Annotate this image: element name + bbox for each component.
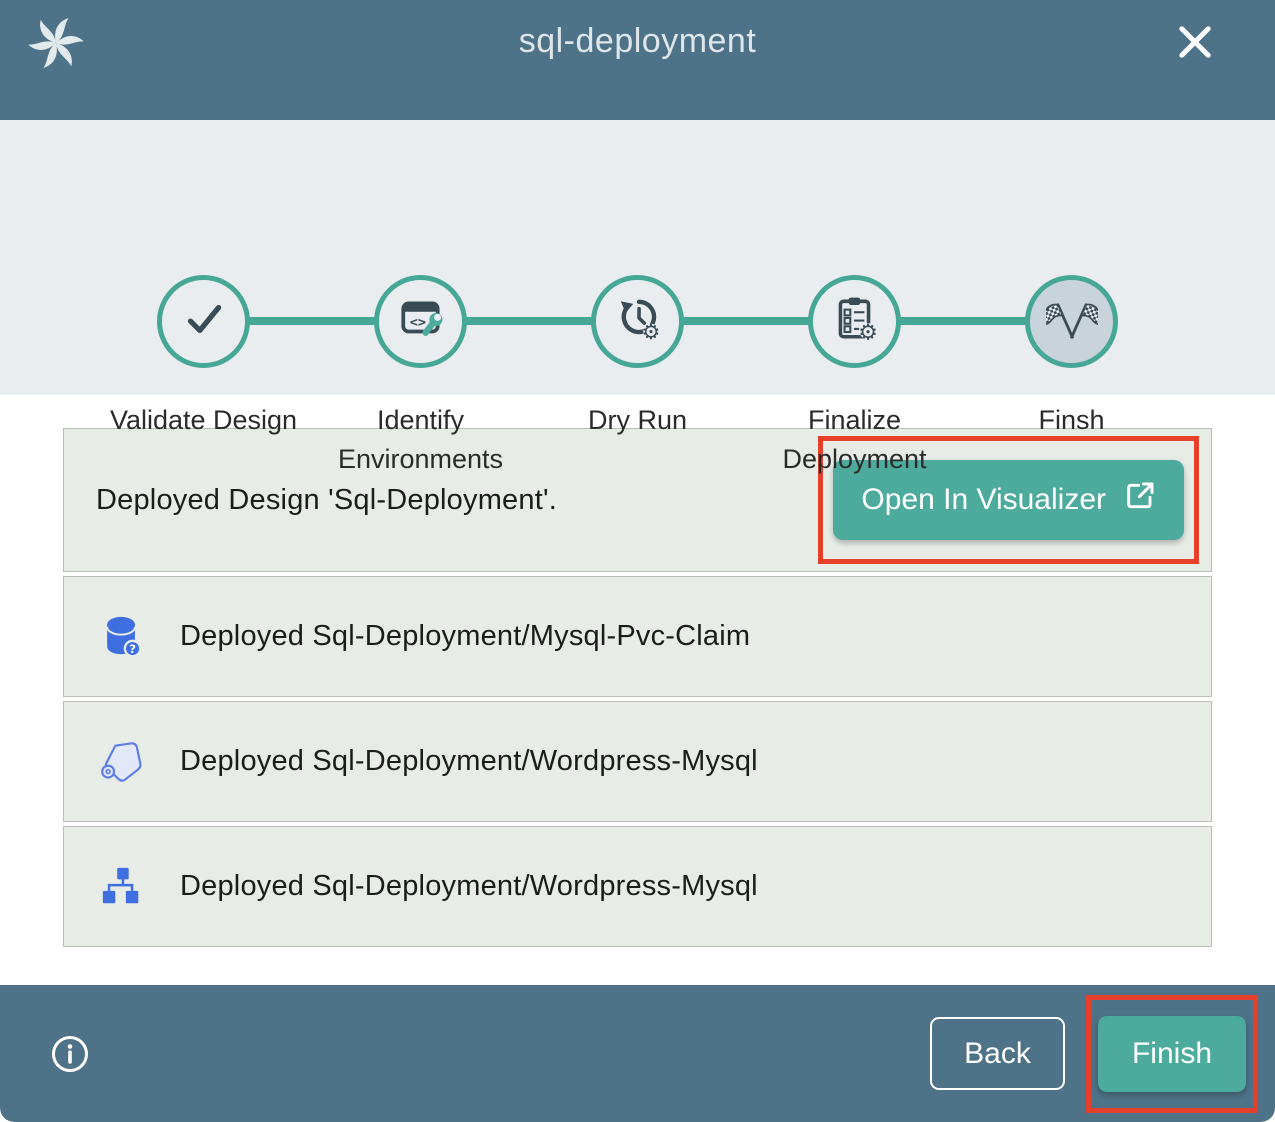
step-circle: ⚙ [808, 275, 901, 368]
step-label: Identify Environments [323, 401, 518, 479]
open-in-visualizer-label: Open In Visualizer [861, 483, 1106, 517]
external-link-icon [1124, 480, 1156, 520]
pentagon-badge-icon [99, 739, 145, 785]
info-icon[interactable] [50, 1034, 90, 1074]
deployed-resource-row: Deployed Sql-Deployment/Wordpress-Mysql [63, 701, 1212, 822]
modal-header: sql-deployment [0, 0, 1275, 120]
step-identify-environments[interactable]: <> Identify Environments [312, 275, 529, 479]
deployed-resource-text: Deployed Sql-Deployment/Wordpress-Mysql [180, 870, 758, 903]
step-label: Dry Run [588, 401, 687, 440]
annotation-highlight-finish: Finish [1086, 995, 1258, 1113]
history-gear-icon: ⚙ [613, 294, 663, 349]
step-circle: ⚙ [591, 275, 684, 368]
svg-text:⚙: ⚙ [641, 320, 660, 344]
close-icon[interactable] [1173, 20, 1217, 64]
step-circle [157, 275, 250, 368]
step-circle [1025, 275, 1118, 368]
step-finalize-deployment[interactable]: ⚙ Finalize Deployment [746, 275, 963, 479]
step-dry-run[interactable]: ⚙ Dry Run [529, 275, 746, 479]
back-button[interactable]: Back [930, 1017, 1065, 1090]
step-label: Finalize Deployment [757, 401, 952, 479]
deployed-resource-text: Deployed Sql-Deployment/Wordpress-Mysql [180, 745, 758, 778]
deployed-resource-row: Deployed Sql-Deployment/Wordpress-Mysql [63, 826, 1212, 947]
step-label: Finsh [1038, 401, 1104, 440]
svg-text:⚙: ⚙ [858, 320, 878, 344]
svg-text:?: ? [129, 641, 136, 655]
finish-flags-icon [1046, 293, 1098, 350]
finish-button[interactable]: Finish [1098, 1016, 1246, 1092]
step-circle: <> [374, 275, 467, 368]
step-validate-design[interactable]: Validate Design [95, 275, 312, 479]
code-configure-icon: <> [396, 294, 446, 349]
hierarchy-icon [99, 864, 145, 910]
modal-footer: Back Finish [0, 985, 1275, 1122]
deployed-resource-text: Deployed Sql-Deployment/Mysql-Pvc-Claim [180, 620, 750, 653]
deployed-resource-row: ? Deployed Sql-Deployment/Mysql-Pvc-Clai… [63, 576, 1212, 697]
step-label: Validate Design [110, 401, 297, 440]
clipboard-gear-icon: ⚙ [830, 294, 880, 349]
check-icon [179, 294, 229, 349]
step-finish[interactable]: Finsh [963, 275, 1180, 479]
results-panel: Deployed Design 'Sql-Deployment'. Open I… [0, 395, 1275, 985]
deployed-design-text: Deployed Design 'Sql-Deployment'. [96, 484, 557, 517]
deployment-modal: sql-deployment Validate Design [0, 0, 1275, 1122]
modal-title: sql-deployment [0, 22, 1275, 61]
database-question-icon: ? [99, 614, 145, 660]
deployment-stepper: Validate Design <> [0, 120, 1275, 395]
svg-text:<>: <> [409, 314, 425, 330]
